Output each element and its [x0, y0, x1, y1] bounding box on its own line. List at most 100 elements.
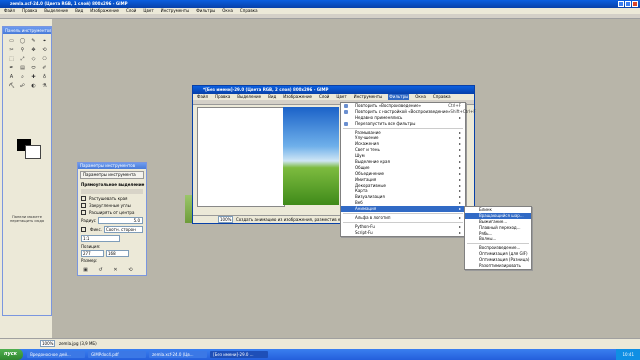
image-menu-7[interactable]: Инструменты	[353, 94, 384, 100]
filters-menu-item[interactable]: Перезапустить все фильтры	[341, 121, 465, 127]
checkbox-icon[interactable]	[81, 196, 86, 201]
fixed-label: Фикс.	[90, 227, 102, 232]
image-landscape	[283, 107, 339, 205]
image-white-layer	[197, 107, 285, 207]
start-button[interactable]: пуск	[0, 349, 24, 360]
delete-options-icon[interactable]: ✕	[112, 266, 119, 273]
image-menu-10[interactable]: Справка	[432, 94, 452, 100]
tool-options-title: Параметры инструментов	[78, 163, 146, 169]
dock-hint-text: Панели можете перетащить сюда	[9, 215, 45, 223]
mode-buttons[interactable]	[81, 189, 143, 194]
tool-icon[interactable]: ⬚	[8, 55, 15, 62]
main-zoom-field[interactable]: 100%	[40, 339, 55, 347]
image-menu-4[interactable]: Изображение	[282, 94, 313, 100]
tool-icon[interactable]: ✂	[8, 46, 15, 53]
minimize-button[interactable]	[618, 1, 624, 7]
tool-icon[interactable]: ⚗	[41, 82, 48, 89]
tool-icon[interactable]: ▭	[8, 37, 15, 44]
background-color-swatch[interactable]	[25, 145, 41, 159]
option-checkbox[interactable]: Расширять от центра	[78, 209, 146, 216]
tool-icon[interactable]: ⌖	[41, 37, 48, 44]
option-label: Расширять от центра	[89, 210, 135, 215]
tool-icon[interactable]: ⟲	[41, 46, 48, 53]
checkbox-icon[interactable]	[81, 210, 86, 215]
filters-menu-shortcut: ▸	[458, 206, 461, 212]
option-checkbox[interactable]: Закругленные углы	[78, 202, 146, 209]
option-checkbox[interactable]: Растушевать края	[78, 195, 146, 202]
tool-icon[interactable]: ✥	[30, 46, 37, 53]
filters-menu-label: Перезапустить все фильтры	[355, 120, 416, 126]
image-window-title: *[Без имени]-29.0 (Цвета RGB, 2 слоя) 80…	[203, 87, 329, 92]
image-menu-8[interactable]: Фильтры	[388, 94, 410, 100]
image-menu-5[interactable]: Слой	[318, 94, 330, 100]
tool-icon[interactable]: ⛏	[8, 82, 15, 89]
image-menu-9[interactable]: Окна	[414, 94, 427, 100]
tool-icon[interactable]: ✒	[8, 64, 15, 71]
tool-options-tab[interactable]: Параметры инструмента	[80, 171, 144, 179]
tool-icon[interactable]: ♁	[41, 73, 48, 80]
taskbar-button[interactable]: GIMPdoc4.pdf	[88, 351, 147, 358]
option-label: Растушевать края	[89, 196, 128, 201]
tool-icon[interactable]: ◐	[30, 82, 37, 89]
tool-icon[interactable]: ✐	[41, 64, 48, 71]
tool-options-section: Прямоугольное выделение	[81, 182, 145, 187]
tool-icon[interactable]: ✎	[30, 37, 37, 44]
tool-options-dialog: Параметры инструментов Параметры инструм…	[77, 162, 147, 276]
tool-icon[interactable]: ⤢	[19, 55, 26, 62]
menu-separator	[343, 221, 463, 223]
menu-separator	[343, 127, 463, 129]
menu-separator	[343, 213, 463, 215]
ratio-field[interactable]: 1:1	[81, 235, 120, 242]
tool-icon[interactable]: ◇	[30, 55, 37, 62]
zoom-field[interactable]: 100%	[218, 216, 233, 223]
tool-icon[interactable]: ☍	[19, 82, 26, 89]
tool-icon[interactable]: ▤	[19, 64, 26, 71]
image-menu-0[interactable]: Файл	[196, 94, 209, 100]
image-menu-1[interactable]: Правка	[214, 94, 231, 100]
save-options-icon[interactable]: ▣	[82, 266, 89, 273]
checkbox-icon[interactable]	[81, 203, 86, 208]
animation-menu-item[interactable]: Разоптимизировать	[465, 263, 531, 269]
tool-icon[interactable]: ✚	[30, 73, 37, 80]
filters-menu: Повторить «Воспроизведение» Ctrl+F Повтори…	[340, 102, 476, 237]
window-controls	[618, 1, 638, 7]
tool-icon[interactable]: A	[8, 73, 15, 80]
animation-menu-label: Волны...	[479, 236, 497, 242]
reshow-icon	[344, 109, 348, 114]
taskbar-button[interactable]: Вредоносное дей...	[27, 351, 86, 358]
close-button[interactable]	[632, 1, 638, 7]
repeat-icon	[344, 104, 348, 108]
animation-menu-item[interactable]: Волны...	[465, 236, 531, 242]
taskbar-button[interactable]: [Без имени]-29.0 ...	[210, 351, 269, 358]
tool-icon[interactable]: ◯	[19, 37, 26, 44]
main-window-titlebar[interactable]: zemla.xcf-24.0 (Цвета RGB, 1 слой) 800x2…	[0, 0, 640, 8]
position-y-field[interactable]: 168	[106, 250, 129, 257]
position-x-field[interactable]: 277	[81, 250, 104, 257]
maximize-button[interactable]	[625, 1, 631, 7]
image-window-titlebar[interactable]: *[Без имени]-29.0 (Цвета RGB, 2 слоя) 80…	[193, 86, 474, 94]
image-menu-6[interactable]: Цвет	[335, 94, 347, 100]
image-menu-2[interactable]: Выделение	[236, 94, 262, 100]
tool-icon[interactable]: ⚲	[19, 46, 26, 53]
filters-menu-item[interactable]: Script-Fu ▸	[341, 230, 465, 236]
main-statusbar: 100% zemla.jpg (3,9 МБ)	[0, 338, 640, 347]
reset-options-icon[interactable]: ⟲	[127, 266, 134, 273]
filters-menu-item[interactable]: Анимация ▸	[341, 206, 465, 213]
reset-icon	[344, 121, 348, 126]
image-menu-3[interactable]: Вид	[267, 94, 277, 100]
tool-grid: ▭ ◯ ✎ ⌖ ✂ ⚲ ✥ ⟲ ⬚ ⤢ ◇ ⎔ ✒ ▤ ⬭ ✐ A ⌕ ✚ ♁ ⛏ ☍ ◐ ⚗	[3, 34, 51, 92]
taskbar: пуск Вредоносное дей... GIMPdoc4.pdf zemla…	[0, 349, 640, 360]
fixed-select[interactable]: Соотн. сторон	[103, 226, 143, 233]
filters-menu-item[interactable]: Альфа в логотип ▸	[341, 215, 465, 221]
toolbox-dock: Панель инструментов ▭ ◯ ✎ ⌖ ✂ ⚲ ✥ ⟲ ⬚ ⤢ ◇ ⎔ ✒ ▤ ⬭ ✐ A ⌕ ✚ ♁…	[2, 26, 52, 316]
filters-menu-shortcut: ▸	[458, 229, 461, 235]
taskbar-button[interactable]: zemla.xcf-24.0 (Цв...	[149, 351, 208, 358]
tool-icon[interactable]: ⌕	[19, 73, 26, 80]
tool-icon[interactable]: ⬭	[30, 64, 37, 71]
tool-icon[interactable]: ⎔	[41, 55, 48, 62]
radius-label: Радиус	[81, 218, 96, 223]
taskbar-clock: 10:41	[616, 349, 640, 360]
radius-field[interactable]: 5.0	[97, 217, 143, 224]
animation-menu-label: Разоптимизировать	[479, 263, 521, 269]
restore-options-icon[interactable]: ↺	[97, 266, 104, 273]
